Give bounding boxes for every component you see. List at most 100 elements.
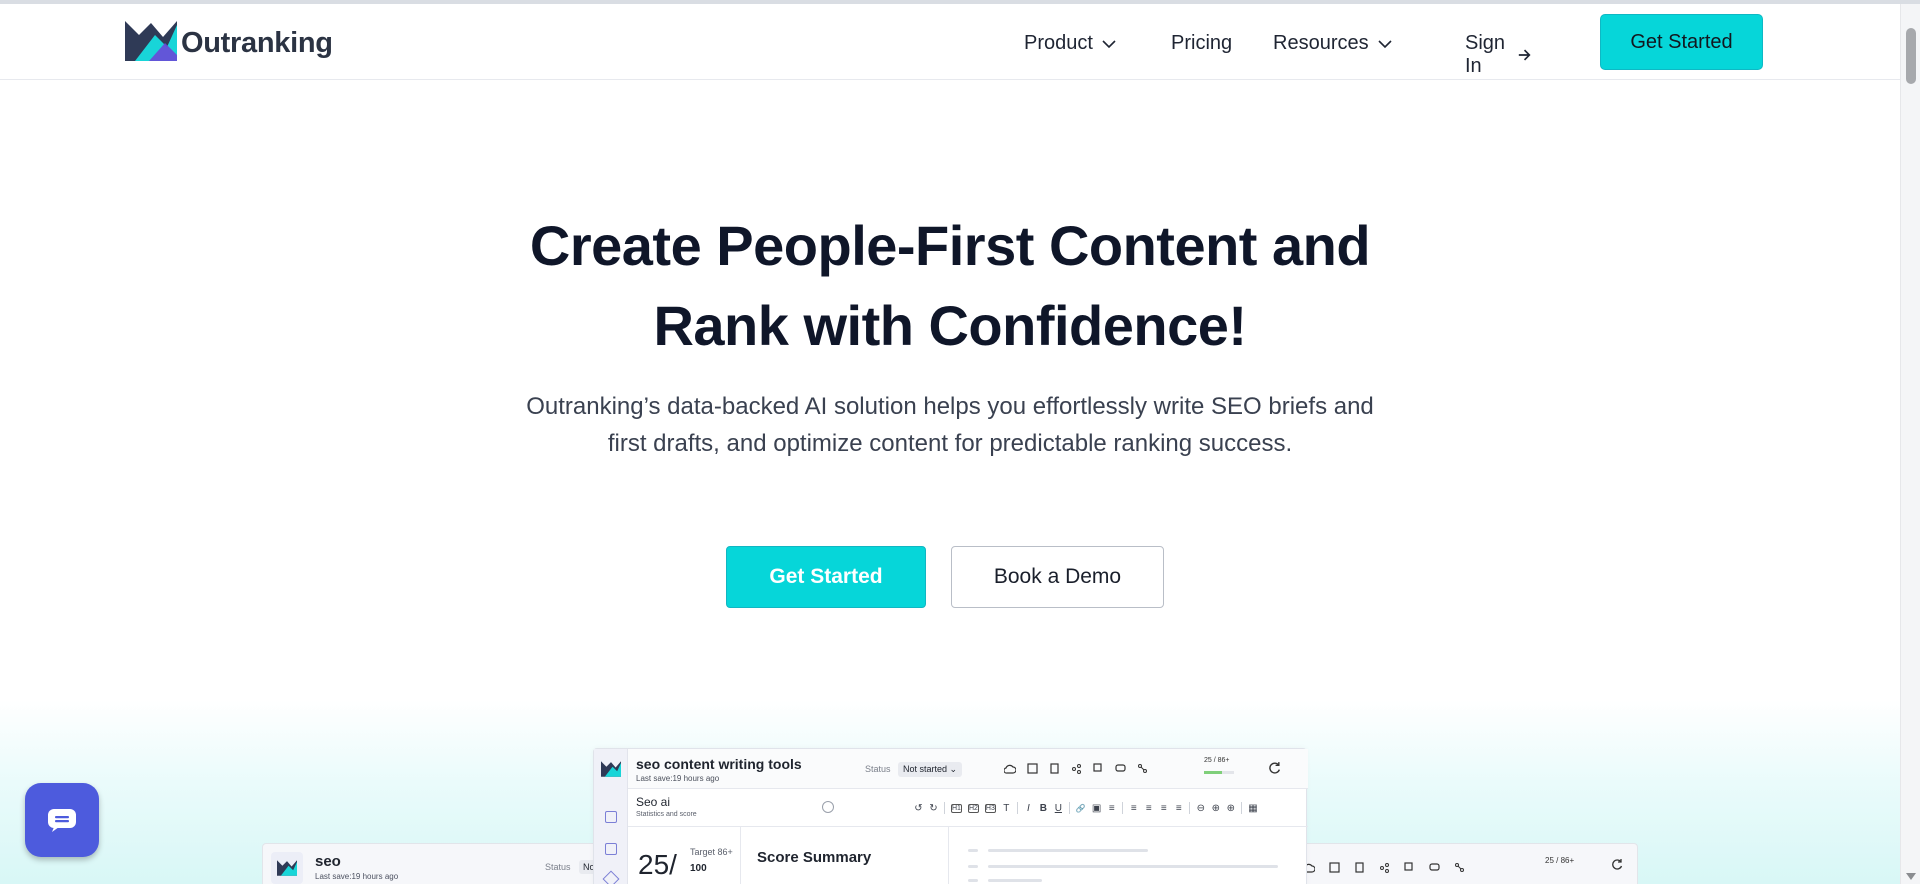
nav-sign-in-label: Sign In [1465,32,1506,77]
nav-pricing[interactable]: Pricing [1171,32,1232,55]
target-score: Target 86+ [690,847,733,857]
refresh-icon [1612,859,1623,870]
sidebar-wand-icon [602,870,620,884]
panel-divider [948,827,949,884]
back-status-label: Status [545,862,571,872]
front-status-value: Not started ⌄ [898,762,963,777]
hero-title-line2: Rank with Confidence! [653,294,1247,357]
copy-icon [1093,763,1102,772]
h2-icon: H2 [967,803,979,813]
site-logo[interactable]: Outranking [125,20,333,66]
grid-icon: ▦ [1248,802,1258,814]
nav-resources[interactable]: Resources [1273,32,1393,55]
seo-ai-panel-subtitle: Statistics and score [636,811,697,818]
site-header: Outranking Product Pricing Resources Sig… [0,4,1900,80]
front-score-bar-fill [1204,771,1222,774]
chevron-down-icon [1102,39,1116,48]
toolbar-divider [1016,802,1018,814]
header-get-started-button[interactable]: Get Started [1600,14,1763,70]
back-doc-title: seo [315,853,341,870]
document-icon [1050,763,1059,774]
h3-icon: H3 [984,803,996,813]
zoom-fit-icon: ⊕ [1226,802,1235,814]
hero-title: Create People-First Content and Rank wit… [360,206,1540,366]
hero-subtitle: Outranking’s data-backed AI solution hel… [460,388,1440,462]
save-icon [1027,763,1038,774]
redo-icon: ↻ [929,802,938,814]
logo-text: Outranking [181,26,333,59]
comment-icon [1115,764,1126,772]
editor-header: seo content writing tools Last save:19 h… [628,749,1308,789]
arrow-right-icon [1518,49,1531,61]
front-last-save: Last save:19 hours ago [636,774,720,783]
chat-widget-button[interactable] [25,783,99,857]
sidebar-seo-icon [605,811,617,823]
nav-resources-label: Resources [1273,32,1369,54]
scrollbar-thumb[interactable] [1906,28,1916,84]
toolbar-divider [944,802,945,814]
back-last-save: Last save:19 hours ago [315,872,399,881]
nav-product-label: Product [1024,32,1093,54]
flow-icon [1138,764,1147,773]
content-line [988,849,1148,852]
back-toolbar [1303,862,1465,873]
copy-icon [1404,862,1413,871]
editor-format-tools: ↺ ↻ H1 H2 H3 T I B U 🔗 ▣ ≡ ≡ ≡ ≡ ≡ ⊖ ⊕ ⊕… [914,802,1258,814]
hero-get-started-button[interactable]: Get Started [726,546,926,608]
nav-product[interactable]: Product [1024,32,1117,55]
refresh-icon [1269,762,1281,774]
content-line [988,879,1042,882]
hero-subtitle-line1: Outranking’s data-backed AI solution hel… [526,393,1374,420]
hero-subtitle-line2: first drafts, and optimize content for p… [607,430,1293,457]
save-icon [1329,862,1340,873]
close-icon [822,801,834,813]
toolbar-divider [1189,802,1191,814]
front-status-text: Not started [903,764,948,774]
content-line [968,879,978,882]
book-demo-button[interactable]: Book a Demo [951,546,1164,608]
nav-pricing-label: Pricing [1171,32,1233,54]
app-logo-icon [601,761,621,777]
align-right-icon: ≡ [1160,802,1167,814]
link-icon: 🔗 [1075,803,1086,813]
toolbar-divider [1241,802,1243,814]
max-score: 100 [690,863,707,874]
scroll-down-arrow-icon[interactable] [1906,873,1916,880]
underline-icon: U [1054,802,1062,814]
sidebar-document-icon [605,843,617,855]
content-line [968,865,978,868]
share-icon [1072,764,1081,774]
front-doc-title: seo content writing tools [636,756,802,772]
text-icon: T [1003,802,1010,814]
seo-ai-panel-title: Seo ai [636,795,671,809]
italic-icon: I [1026,802,1030,814]
score-summary-title: Score Summary [757,849,872,866]
back-score: 25 / 86+ [1545,856,1575,865]
front-score-bar [1204,771,1234,774]
share-icon [1380,863,1389,873]
panel-divider [740,827,741,884]
front-status-label: Status [865,764,891,774]
page-scrollbar[interactable] [1900,4,1920,884]
flow-icon [1455,863,1464,872]
app-logo-icon [271,852,303,884]
chevron-down-icon [1378,39,1392,48]
image-icon: ▣ [1091,802,1102,814]
nav-sign-in[interactable]: Sign In [1465,32,1531,78]
chat-icon [48,809,76,832]
zoom-in-icon: ⊕ [1211,802,1220,814]
hero-title-line1: Create People-First Content and [529,214,1371,277]
front-toolbar [1004,763,1148,774]
toolbar-divider [1122,802,1124,814]
align-center-icon: ≡ [1145,802,1152,814]
chevron-down-icon: ⌄ [949,764,958,774]
align-left-icon: ≡ [1130,802,1137,814]
zoom-out-icon: ⊖ [1196,802,1205,814]
logo-mark-icon [125,21,177,61]
editor-toolbar-row: Seo ai Statistics and score ↺ ↻ H1 H2 H3… [628,789,1308,827]
current-score: 25/ [638,849,677,880]
h1-icon: H1 [951,803,962,813]
app-preview-front: seo content writing tools Last save:19 h… [593,748,1308,884]
cloud-icon [1004,764,1016,774]
app-sidebar [594,749,628,884]
